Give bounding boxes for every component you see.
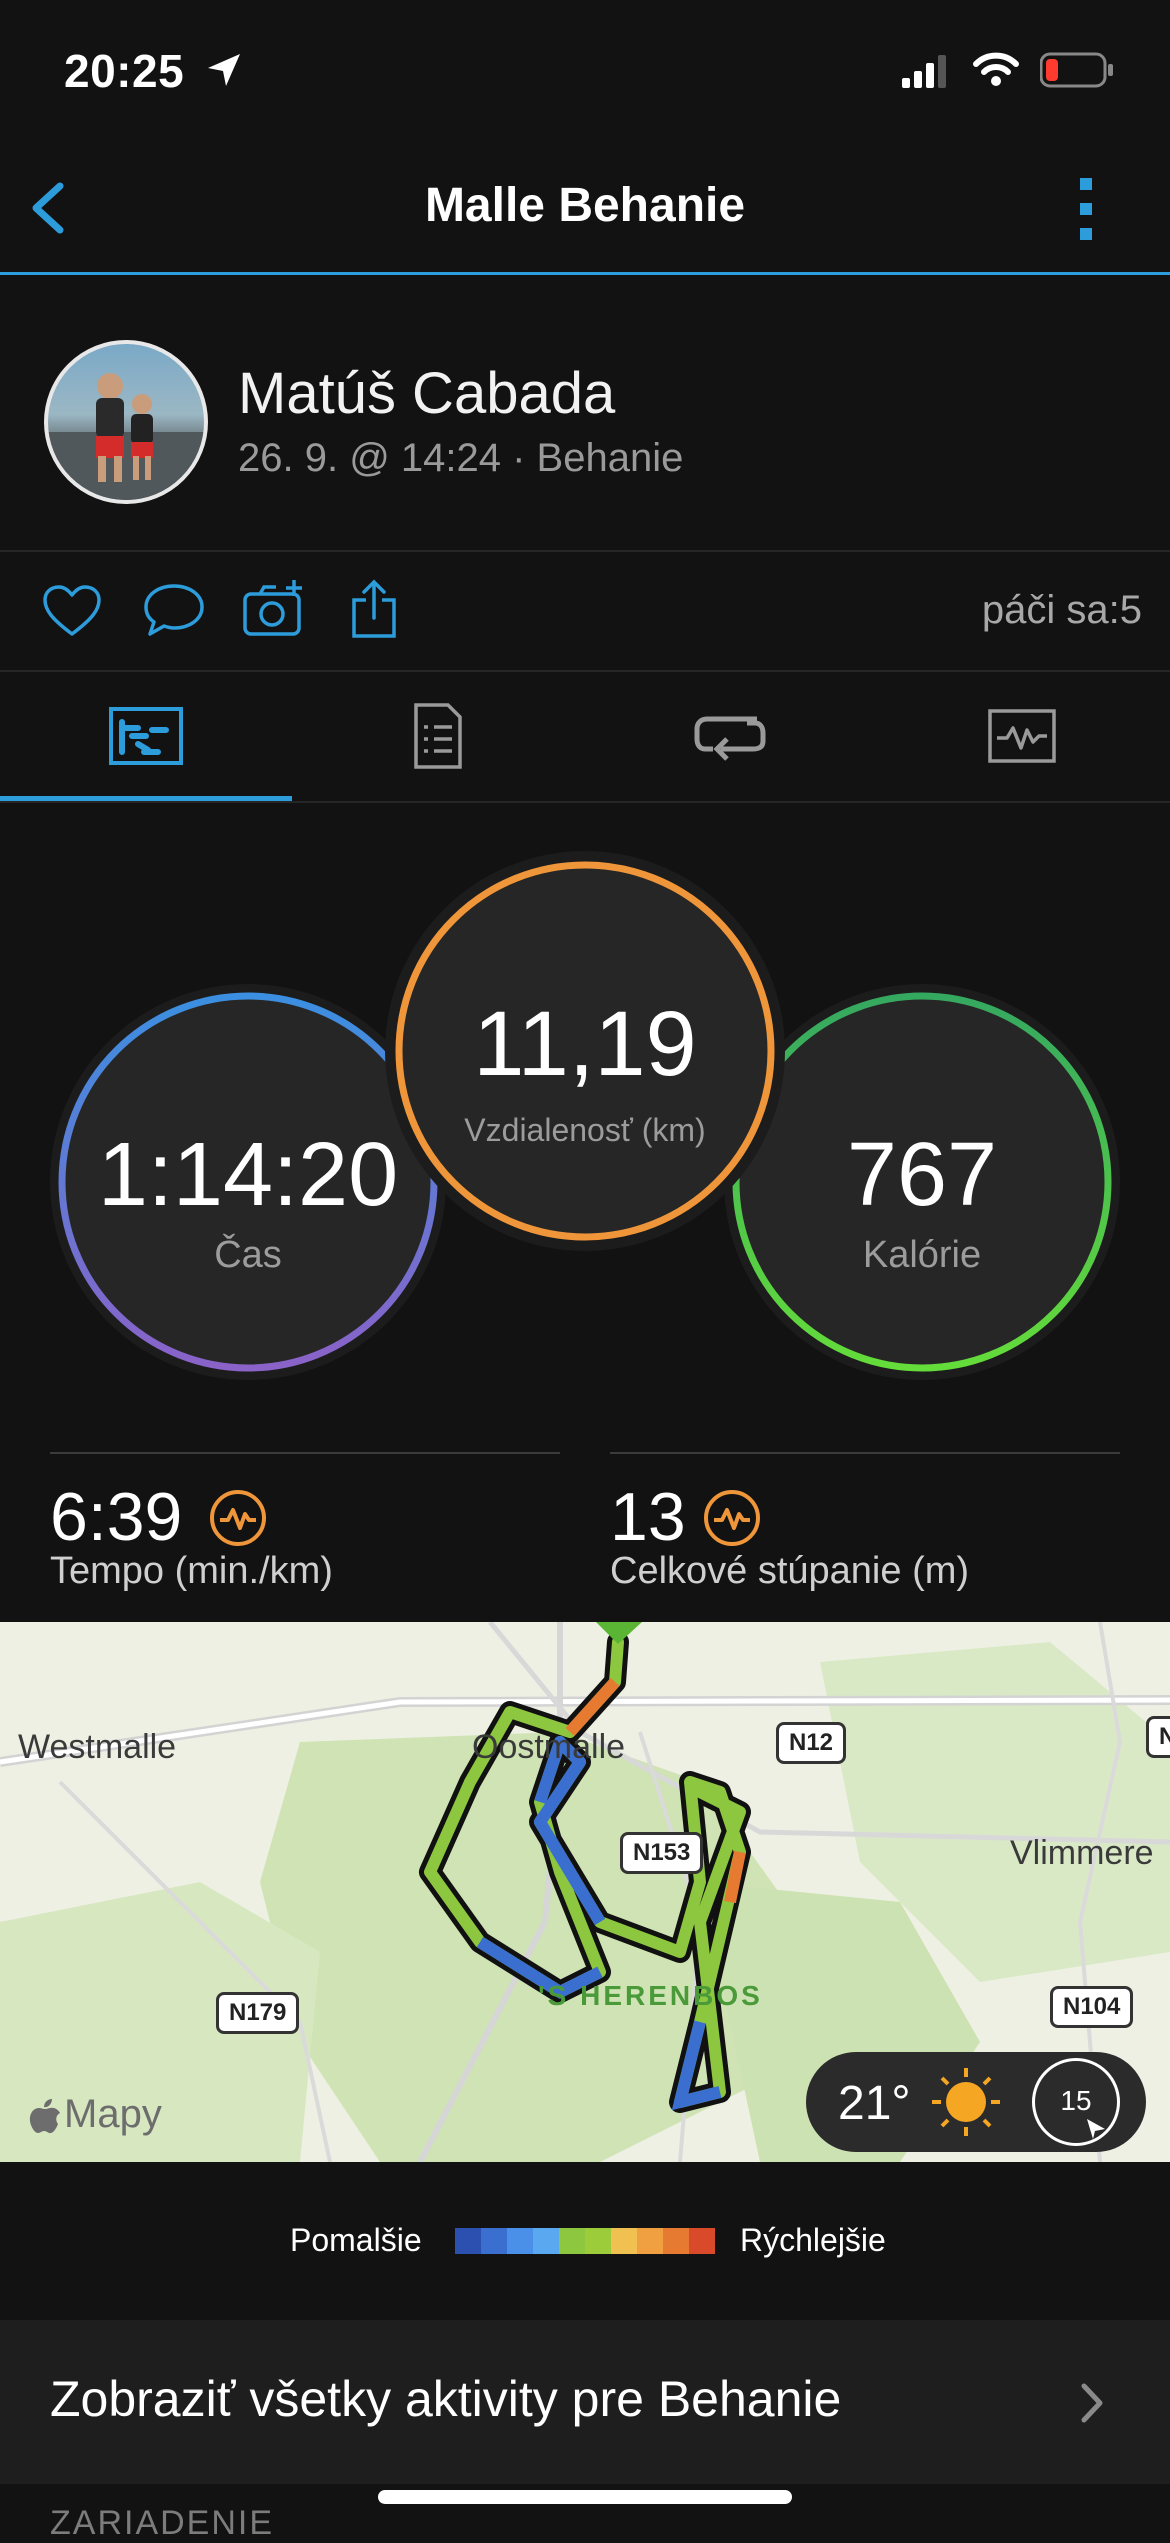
all-activities-label: Zobraziť všetky aktivity pre Behanie: [50, 2371, 842, 2427]
more-options-icon[interactable]: [1072, 174, 1100, 244]
signal-icon: [902, 55, 946, 88]
page-title: Malle Behanie: [424, 179, 746, 232]
wind-direction-icon: [1087, 2119, 1105, 2139]
road-sign: N: [1146, 1716, 1170, 1758]
overview-tab-icon: [109, 707, 183, 765]
place-label: Oostmalle: [472, 1728, 626, 1766]
stat-divider: [610, 1452, 1120, 1454]
weather-widget[interactable]: 21° 15: [806, 2052, 1146, 2152]
apple-logo-icon: [29, 2099, 60, 2134]
home-indicator: [378, 2490, 792, 2504]
road-sign: N179: [216, 1992, 300, 2034]
comment-icon[interactable]: [142, 582, 206, 640]
wind-speed: 15: [1060, 2085, 1092, 2116]
place-label: Westmalle: [18, 1728, 177, 1766]
road-sign: N12: [776, 1722, 847, 1764]
legend-color-swatch: [585, 2228, 611, 2254]
ascent-chart-icon[interactable]: [702, 1488, 762, 1548]
laps-loop-icon: [694, 716, 766, 761]
ascent-label: Celkové stúpanie (m): [610, 1550, 970, 1592]
forest-label: 'S HERENBOS: [538, 1980, 763, 2011]
legend-color-swatch: [637, 2228, 663, 2254]
legend-slower-label: Pomalšie: [290, 2222, 422, 2258]
status-time: 20:25: [64, 45, 185, 97]
divider: [0, 550, 1170, 552]
legend-color-swatch: [611, 2228, 637, 2254]
tab-charts[interactable]: [876, 672, 1168, 800]
activity-meta: 26. 9. @ 14:24 · Behanie: [238, 436, 684, 480]
route-map[interactable]: Westmalle Oostmalle Vlimmere 'S HERENBOS…: [0, 1622, 1170, 2162]
place-label: Vlimmere: [1010, 1834, 1154, 1872]
legend-color-swatch: [689, 2228, 715, 2254]
sun-icon: [932, 2068, 1000, 2136]
divider: [0, 801, 1170, 803]
legend-color-swatch: [455, 2228, 481, 2254]
distance-value: 11,19: [473, 993, 697, 1095]
temperature: 21°: [838, 2077, 911, 2130]
pace-label: Tempo (min./km): [50, 1550, 333, 1592]
like-heart-icon[interactable]: [42, 584, 102, 638]
ascent-value: 13: [610, 1479, 686, 1555]
pace-value: 6:39: [50, 1479, 183, 1555]
legend-color-swatch: [663, 2228, 689, 2254]
legend-color-swatch: [559, 2228, 585, 2254]
charts-icon: [988, 709, 1056, 763]
chevron-right-icon: [1081, 2383, 1103, 2423]
likes-count[interactable]: páči sa:5: [982, 588, 1142, 633]
wifi-icon: [973, 52, 1019, 86]
road-sign: N104: [1050, 1986, 1134, 2028]
distance-label: Vzdialenosť (km): [464, 1112, 706, 1148]
details-document-icon: [414, 703, 462, 769]
user-name[interactable]: Matúš Cabada: [238, 360, 615, 427]
road-sign: N153: [620, 1832, 704, 1874]
wind-indicator: 15: [1032, 2058, 1120, 2146]
header-divider: [0, 272, 1170, 275]
stat-divider: [50, 1452, 560, 1454]
pace-legend-bar: [455, 2228, 715, 2254]
tab-overview[interactable]: [0, 672, 292, 800]
location-arrow-icon: [208, 54, 240, 86]
map-attribution[interactable]: Mapy: [64, 2092, 162, 2137]
legend-color-swatch: [507, 2228, 533, 2254]
tab-details[interactable]: [292, 672, 584, 800]
pace-chart-icon[interactable]: [208, 1488, 268, 1548]
distance-ring: 11,19 Vzdialenosť (km): [384, 850, 786, 1252]
share-icon[interactable]: [350, 578, 398, 640]
avatar[interactable]: [44, 340, 208, 504]
device-section-header: ZARIADENIE: [50, 2504, 275, 2542]
add-photo-icon[interactable]: [242, 578, 308, 638]
legend-color-swatch: [481, 2228, 507, 2254]
tab-laps[interactable]: [584, 672, 876, 800]
legend-color-swatch: [533, 2228, 559, 2254]
battery-icon: [1040, 52, 1113, 88]
legend-faster-label: Rýchlejšie: [740, 2222, 886, 2258]
